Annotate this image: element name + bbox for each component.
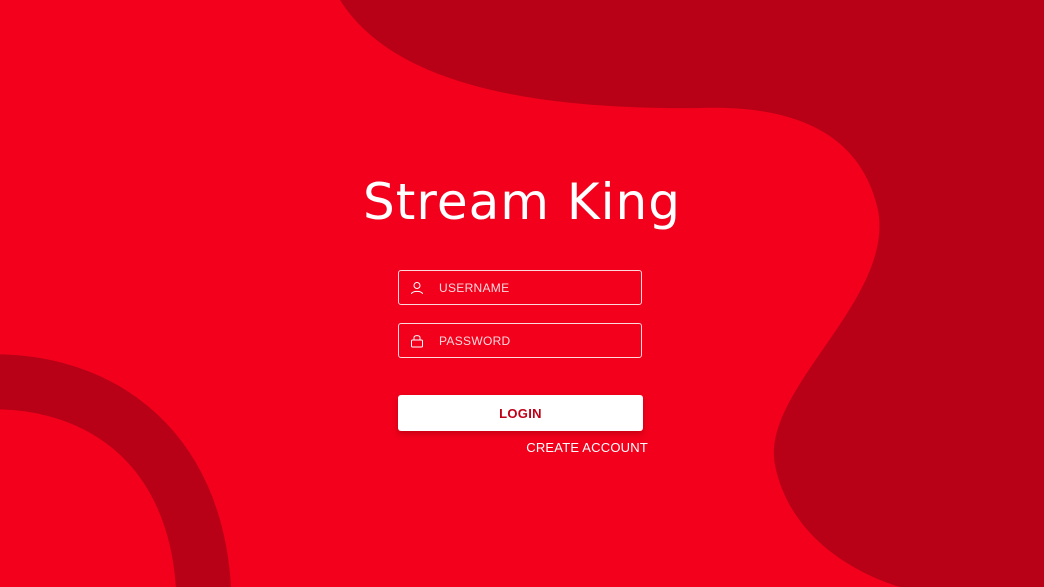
login-button[interactable]: LOGIN [398,395,643,431]
username-input[interactable] [439,271,641,304]
password-field[interactable] [398,323,642,358]
user-icon [409,280,425,296]
password-input[interactable] [439,324,641,357]
lock-icon [409,333,425,349]
background-arc [0,354,231,587]
create-account-link[interactable]: CREATE ACCOUNT [520,440,648,455]
username-field[interactable] [398,270,642,305]
app-title: Stream King [363,173,681,231]
